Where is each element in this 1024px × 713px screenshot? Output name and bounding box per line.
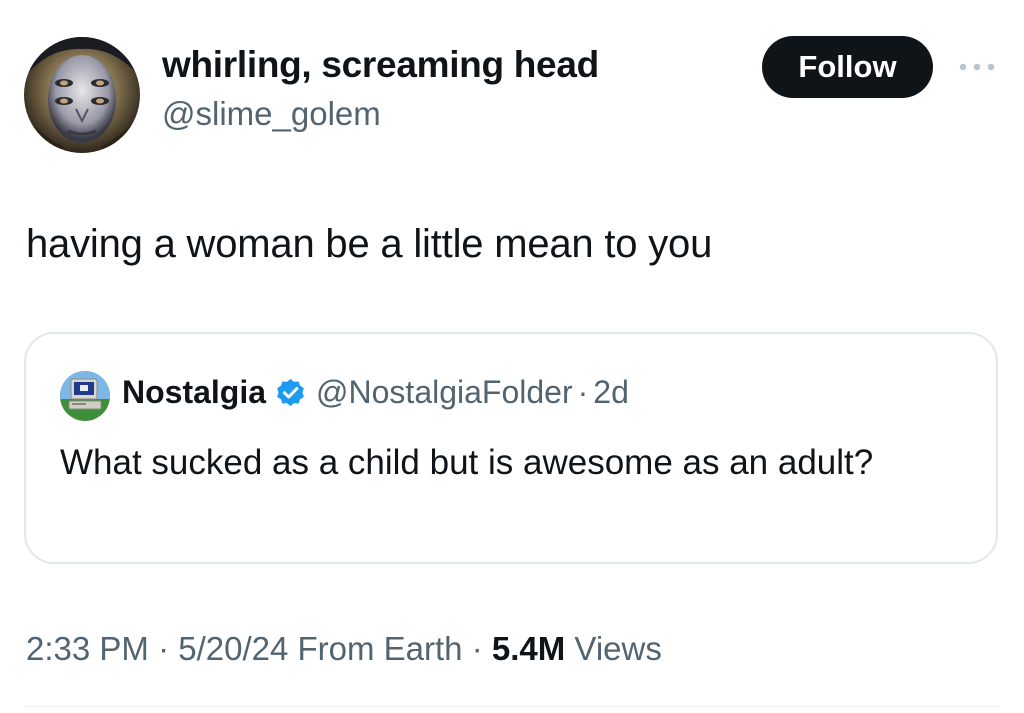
author-handle[interactable]: @slime_golem: [162, 95, 381, 133]
divider: [24, 706, 1000, 707]
quoted-author-avatar[interactable]: [60, 371, 110, 421]
avatar-image: [24, 37, 140, 153]
quoted-author-handle[interactable]: @NostalgiaFolder: [316, 374, 573, 411]
quoted-author-name[interactable]: Nostalgia: [122, 374, 266, 411]
author-display-name[interactable]: whirling, screaming head: [162, 44, 599, 86]
computer-folder-icon: [60, 371, 110, 421]
quoted-tweet-time[interactable]: 2d: [593, 374, 629, 411]
tweet-text: having a woman be a little mean to you: [26, 222, 713, 266]
tweet-metadata: 2:33 PM · 5/20/24 From Earth · 5.4M View…: [26, 630, 662, 668]
quoted-tweet-text: What sucked as a child but is awesome as…: [60, 443, 874, 482]
quoted-tweet-card[interactable]: Nostalgia @NostalgiaFolder · 2d What suc…: [24, 332, 998, 564]
more-horizontal-icon: [959, 63, 995, 71]
follow-button[interactable]: Follow: [762, 36, 933, 98]
views-count: 5.4M: [491, 630, 566, 667]
quoted-tweet-header: Nostalgia @NostalgiaFolder · 2d: [122, 374, 629, 411]
separator-dot: ·: [577, 374, 589, 410]
tweet-timestamp[interactable]: 2:33 PM · 5/20/24 From Earth ·: [26, 630, 492, 667]
verified-badge-icon: [274, 376, 307, 409]
views-label: Views: [565, 630, 662, 667]
more-options-button[interactable]: [952, 54, 1002, 80]
author-avatar[interactable]: [24, 37, 140, 153]
